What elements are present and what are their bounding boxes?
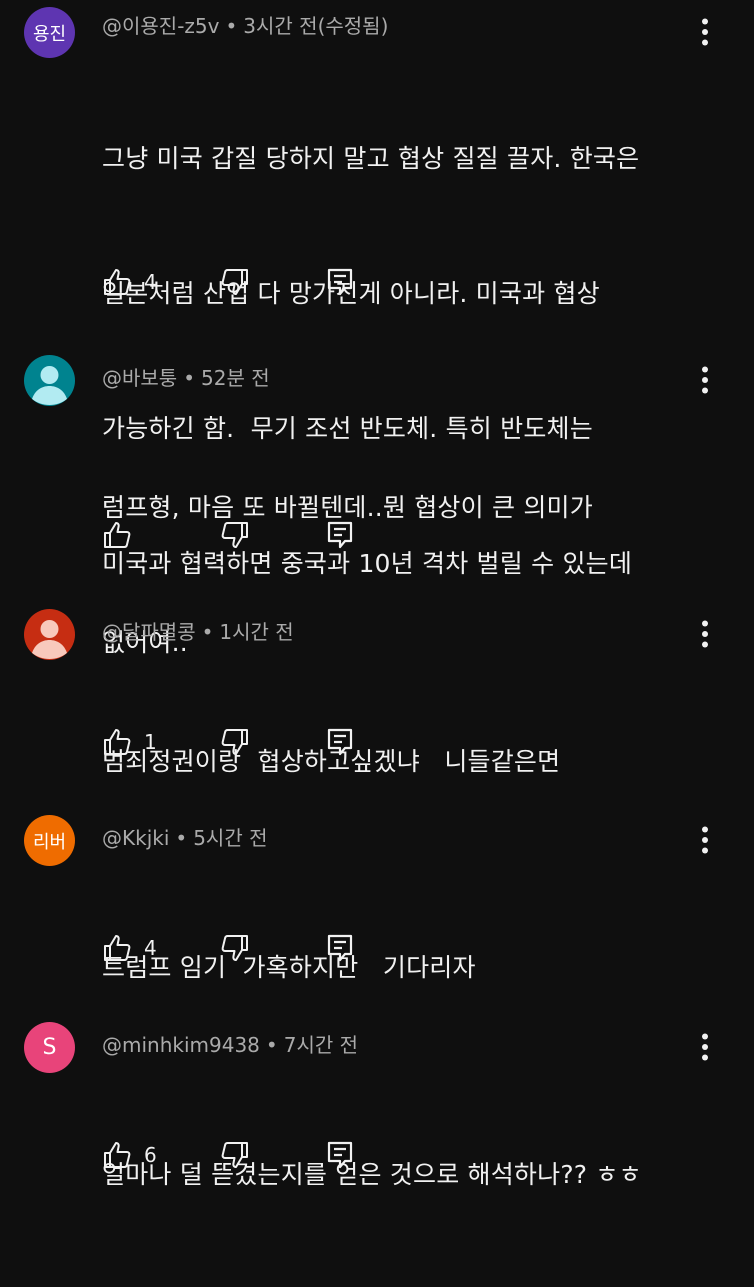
default-avatar-icon <box>32 620 67 659</box>
thumbs-down-icon <box>221 1142 248 1168</box>
dislike-button[interactable] <box>220 928 250 968</box>
more-vert-icon <box>702 18 708 46</box>
comment-time[interactable]: 52분 전 <box>201 366 270 390</box>
comment-line: 그냥 미국 갑질 당하지 말고 협상 질질 끌자. 한국은 <box>102 144 640 173</box>
like-button[interactable]: 1 <box>102 722 157 762</box>
reply-button[interactable] <box>326 928 354 968</box>
thumbs-up-icon <box>104 522 131 548</box>
more-options-button[interactable] <box>690 614 720 654</box>
like-count: 1 <box>144 730 157 754</box>
more-vert-icon <box>702 826 708 854</box>
avatar[interactable]: S <box>24 1022 75 1073</box>
like-button[interactable] <box>102 515 144 555</box>
comment-time[interactable]: 5시간 전 <box>193 826 267 850</box>
author-handle[interactable]: @바보퉁 <box>102 366 177 390</box>
avatar-initials: 용진 <box>32 23 67 45</box>
thumbs-up-icon <box>104 269 131 295</box>
like-button[interactable]: 6 <box>102 1135 157 1175</box>
more-vert-icon <box>702 366 708 394</box>
more-options-button[interactable] <box>690 820 720 860</box>
more-options-button[interactable] <box>690 1027 720 1067</box>
reply-icon <box>327 521 353 549</box>
comment-actions <box>102 515 402 555</box>
like-button[interactable]: 4 <box>102 262 157 302</box>
comment-meta: @바보퉁 • 52분 전 <box>102 366 270 390</box>
comment-time[interactable]: 3시간 전(수정됨) <box>243 14 388 38</box>
default-avatar-icon <box>32 366 67 405</box>
thumbs-up-icon <box>104 935 131 961</box>
thumbs-up-icon <box>104 729 131 755</box>
comment-meta: @minhkim9438 • 7시간 전 <box>102 1033 359 1057</box>
reply-button[interactable] <box>326 1135 354 1175</box>
comment-actions: 1 <box>102 722 402 762</box>
avatar-initials: 리버 <box>32 831 67 853</box>
comment-meta: @달파멸콩 • 1시간 전 <box>102 620 294 644</box>
more-options-button[interactable] <box>690 12 720 52</box>
thumbs-down-icon <box>221 522 248 548</box>
comment-meta: @Kkjki • 5시간 전 <box>102 826 268 850</box>
comment-time[interactable]: 1시간 전 <box>219 620 293 644</box>
reply-icon <box>327 728 353 756</box>
author-handle[interactable]: @minhkim9438 <box>102 1033 260 1057</box>
author-handle[interactable]: @Kkjki <box>102 826 169 850</box>
comment-actions: 6 <box>102 1135 402 1175</box>
comment-actions: 4 <box>102 928 402 968</box>
thumbs-up-icon <box>104 1142 131 1168</box>
thumbs-down-icon <box>221 269 248 295</box>
avatar[interactable] <box>24 609 75 660</box>
dislike-button[interactable] <box>220 262 250 302</box>
comment-actions: 4 <box>102 262 402 302</box>
reply-button[interactable] <box>326 262 354 302</box>
more-options-button[interactable] <box>690 360 720 400</box>
more-vert-icon <box>702 1033 708 1061</box>
reply-button[interactable] <box>326 722 354 762</box>
like-count: 4 <box>144 936 157 960</box>
reply-icon <box>327 1141 353 1169</box>
author-handle[interactable]: @이용진-z5v <box>102 14 219 38</box>
dislike-button[interactable] <box>220 722 250 762</box>
comment-meta: @이용진-z5v • 3시간 전(수정됨) <box>102 14 389 38</box>
dislike-button[interactable] <box>220 515 250 555</box>
reply-icon <box>327 934 353 962</box>
more-vert-icon <box>702 620 708 648</box>
avatar[interactable] <box>24 355 75 406</box>
reply-icon <box>327 268 353 296</box>
thumbs-down-icon <box>221 935 248 961</box>
dislike-button[interactable] <box>220 1135 250 1175</box>
like-count: 4 <box>144 270 157 294</box>
like-button[interactable]: 4 <box>102 928 157 968</box>
reply-button[interactable] <box>326 515 354 555</box>
comment-time[interactable]: 7시간 전 <box>284 1033 358 1057</box>
thumbs-down-icon <box>221 729 248 755</box>
author-handle[interactable]: @달파멸콩 <box>102 620 196 644</box>
like-count: 6 <box>144 1143 157 1167</box>
avatar-initials: S <box>42 1035 57 1060</box>
avatar[interactable]: 리버 <box>24 815 75 866</box>
avatar[interactable]: 용진 <box>24 7 75 58</box>
